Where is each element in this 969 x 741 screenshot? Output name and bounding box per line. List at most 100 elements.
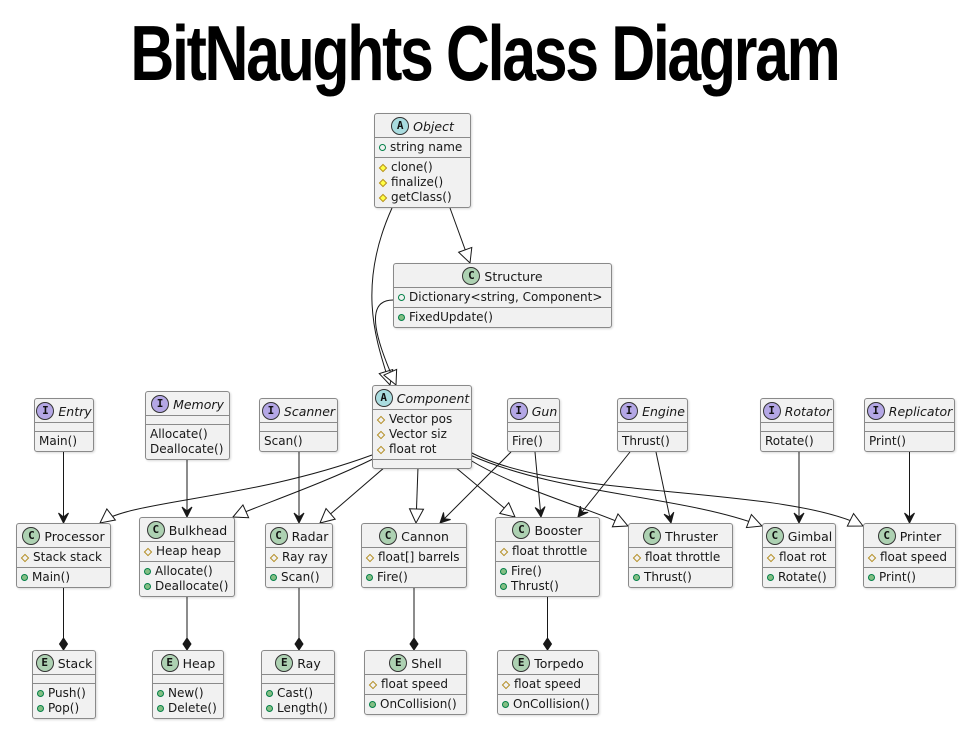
method-text: Deallocate() — [155, 579, 229, 593]
interface-icon: I — [151, 395, 170, 413]
class-box-shell[interactable]: E Shell float speed OnCollision() — [364, 650, 467, 715]
method-row: Length() — [266, 701, 329, 716]
protected-field-icon — [766, 553, 776, 562]
class-box-ray[interactable]: E Ray Cast() Length() — [261, 650, 335, 719]
fields-section — [865, 422, 954, 431]
methods-section: Rotate() — [763, 567, 835, 587]
relation-line-component-printer — [469, 451, 864, 527]
field-text: string name — [390, 140, 463, 154]
enum-icon: E — [160, 654, 179, 672]
method-text: Cast() — [277, 686, 314, 700]
method-row: Cast() — [266, 686, 329, 701]
class-header: C Gimbal — [763, 524, 835, 547]
class-box-stack[interactable]: E Stack Push() Pop() — [32, 650, 96, 719]
class-box-thruster[interactable]: C Thruster float throttle Thrust() — [628, 523, 733, 588]
methods-section: Main() — [35, 431, 93, 451]
class-box-torpedo[interactable]: E Torpedo float speed OnCollision() — [497, 650, 599, 715]
method-row: clone() — [378, 160, 465, 175]
public-method-icon — [266, 705, 273, 712]
fields-section: Ray ray — [266, 547, 332, 567]
class-name: Shell — [411, 655, 442, 671]
class-box-gun[interactable]: I Gun Fire() — [507, 398, 560, 452]
class-name: Gun — [531, 403, 558, 419]
methods-section: Allocate() Deallocate() — [146, 424, 229, 459]
class-box-radar[interactable]: C Radar Ray ray Scan() — [265, 523, 333, 588]
public-method-icon — [157, 705, 164, 712]
enum-icon: E — [35, 654, 54, 672]
method-text: Fire() — [511, 564, 542, 578]
class-box-component[interactable]: A Component Vector pos Vector siz float rot — [372, 385, 472, 469]
protected-field-icon — [499, 547, 509, 556]
class-name: Torpedo — [534, 655, 584, 671]
relation-line-engine-thruster — [655, 451, 672, 524]
public-method-icon — [767, 574, 774, 581]
class-name: Memory — [173, 396, 224, 412]
field-text: float[] barrels — [378, 550, 460, 564]
methods-section: Scan() — [260, 431, 337, 451]
method-row: Fire() — [512, 434, 554, 449]
enum-icon: E — [512, 654, 531, 672]
relation-line-gun-booster — [534, 451, 542, 518]
inheritance-arrowhead — [319, 507, 337, 524]
class-box-structure[interactable]: C Structure Dictionary<string, Component> F… — [393, 263, 612, 328]
field-row: float throttle — [632, 550, 727, 565]
protected-field-icon — [269, 553, 279, 562]
method-text: FixedUpdate() — [409, 310, 493, 324]
fields-section: Vector pos Vector siz float rot — [373, 409, 471, 459]
interface-icon: I — [509, 402, 528, 420]
class-name: Structure — [484, 268, 543, 284]
method-row: getClass() — [378, 190, 465, 205]
methods-section — [373, 459, 471, 468]
class-header: E Stack — [33, 651, 95, 674]
field-row: Vector siz — [376, 427, 466, 442]
fields-section: Stack stack — [17, 547, 110, 567]
field-row: Vector pos — [376, 412, 466, 427]
method-row: Thrust() — [633, 570, 727, 585]
field-row: float speed — [501, 677, 593, 692]
class-box-entry[interactable]: I Entry Main() — [34, 398, 94, 452]
relation-line-engine-booster — [577, 451, 631, 518]
method-text: OnCollision() — [513, 697, 590, 711]
field-text: Vector siz — [389, 427, 447, 441]
methods-section: FixedUpdate() — [394, 307, 611, 327]
method-text: Print() — [869, 434, 906, 448]
class-header: I Gun — [508, 399, 559, 422]
method-text: Length() — [277, 701, 328, 715]
fields-section: string name — [375, 137, 470, 157]
class-header: I Scanner — [260, 399, 337, 422]
methods-section: clone() finalize() getClass() — [375, 157, 470, 207]
class-box-gimbal[interactable]: C Gimbal float rot Rotate() — [762, 523, 836, 588]
class-box-cannon[interactable]: C Cannon float[] barrels Fire() — [361, 523, 467, 588]
class-icon: C — [512, 521, 531, 539]
class-name: Object — [413, 118, 454, 134]
class-name: Component — [396, 390, 470, 406]
interface-icon: I — [36, 402, 55, 420]
class-box-heap[interactable]: E Heap New() Delete() — [152, 650, 224, 719]
fields-section: float[] barrels — [362, 547, 466, 567]
class-box-object[interactable]: A Object string name clone() finalize() getCl… — [374, 113, 471, 208]
class-box-rotator[interactable]: I Rotator Rotate() — [760, 398, 834, 452]
fields-section — [153, 674, 223, 683]
field-row: float speed — [368, 677, 461, 692]
class-box-booster[interactable]: C Booster float throttle Fire() Thrust() — [495, 517, 600, 597]
class-box-engine[interactable]: I Engine Thrust() — [617, 398, 688, 452]
field-row: float speed — [867, 550, 950, 565]
class-header: C Thruster — [629, 524, 732, 547]
method-row: FixedUpdate() — [398, 310, 606, 325]
method-row: Rotate() — [765, 434, 828, 449]
field-row: float[] barrels — [365, 550, 461, 565]
class-header: I Engine — [618, 399, 687, 422]
method-text: Thrust() — [511, 579, 559, 593]
class-box-replicator[interactable]: I Replicator Print() — [864, 398, 955, 452]
method-row: Main() — [39, 434, 88, 449]
public-field-icon — [398, 294, 405, 301]
class-icon: C — [765, 527, 784, 545]
class-box-bulkhead[interactable]: C Bulkhead Heap heap Allocate() Deallocate() — [139, 517, 235, 597]
class-box-processor[interactable]: C Processor Stack stack Main() — [16, 523, 111, 588]
methods-section: Print() — [865, 431, 954, 451]
method-text: Fire() — [377, 570, 408, 584]
class-box-printer[interactable]: C Printer float speed Print() — [863, 523, 956, 588]
class-box-memory[interactable]: I Memory Allocate() Deallocate() — [145, 391, 230, 460]
class-box-scanner[interactable]: I Scanner Scan() — [259, 398, 338, 452]
field-row: float throttle — [499, 544, 594, 559]
